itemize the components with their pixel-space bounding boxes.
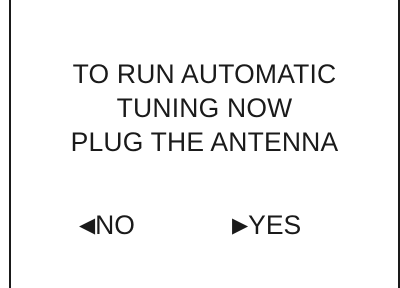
display-screen: TO RUN AUTOMATIC TUNING NOW PLUG THE ANT… [9,0,400,288]
tuning-prompt-message: TO RUN AUTOMATIC TUNING NOW PLUG THE ANT… [11,57,398,159]
arrow-left-icon: ◀ [79,214,96,237]
yes-option-label: YES [248,210,302,240]
prompt-line-1: TO RUN AUTOMATIC [72,59,337,89]
yes-option[interactable]: ▶YES [232,208,301,243]
prompt-line-3: PLUG THE ANTENNA [70,127,339,157]
no-option[interactable]: ◀NO [79,208,135,243]
no-option-label: NO [95,210,135,240]
prompt-line-2: TUNING NOW [116,93,293,123]
arrow-right-icon: ▶ [232,214,249,237]
